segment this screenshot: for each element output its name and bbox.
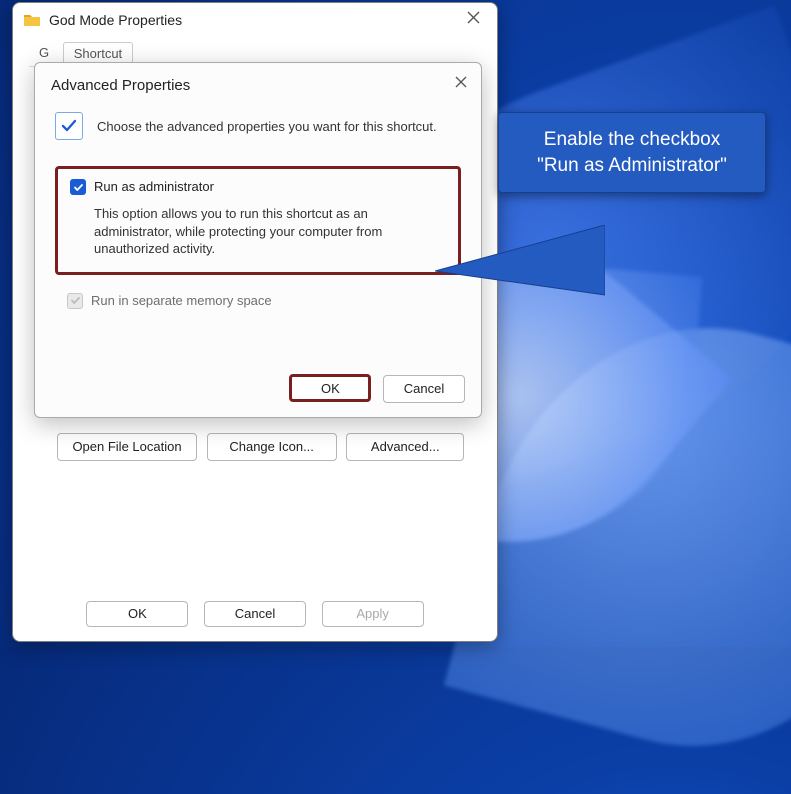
advanced-cancel-button[interactable]: Cancel [383, 375, 465, 403]
run-as-admin-checkbox[interactable] [70, 179, 86, 195]
titlebar[interactable]: God Mode Properties [13, 3, 497, 37]
callout-line1: Enable the checkbox [515, 127, 749, 153]
advanced-header-text: Choose the advanced properties you want … [97, 119, 437, 134]
advanced-button[interactable]: Advanced... [346, 433, 464, 461]
close-icon[interactable] [457, 11, 489, 29]
shortcut-tab-buttons: Open File Location Change Icon... Advanc… [57, 433, 470, 461]
ok-button[interactable]: OK [86, 601, 188, 627]
checkmark-icon [55, 112, 83, 140]
separate-memory-row: Run in separate memory space [67, 293, 461, 309]
tab-general[interactable]: G [29, 42, 59, 63]
properties-dialog-buttons: OK Cancel Apply [13, 601, 497, 627]
advanced-ok-button[interactable]: OK [289, 374, 371, 402]
folder-icon [23, 11, 41, 29]
run-as-admin-label: Run as administrator [94, 179, 214, 194]
change-icon-button[interactable]: Change Icon... [207, 433, 337, 461]
run-as-admin-description: This option allows you to run this short… [94, 205, 446, 258]
separate-memory-label: Run in separate memory space [91, 293, 272, 308]
advanced-title: Advanced Properties [51, 77, 465, 94]
advanced-dialog-buttons: OK Cancel [289, 374, 465, 403]
advanced-header-row: Choose the advanced properties you want … [55, 112, 465, 140]
apply-button: Apply [322, 601, 424, 627]
advanced-properties-dialog: Advanced Properties Choose the advanced … [34, 62, 482, 418]
window-title: God Mode Properties [49, 12, 182, 28]
callout-line2: "Run as Administrator" [515, 153, 749, 179]
run-as-admin-highlight: Run as administrator This option allows … [55, 166, 461, 275]
close-icon[interactable] [455, 75, 467, 92]
separate-memory-checkbox [67, 293, 83, 309]
annotation-callout: Enable the checkbox "Run as Administrato… [498, 112, 766, 193]
open-file-location-button[interactable]: Open File Location [57, 433, 197, 461]
run-as-admin-row[interactable]: Run as administrator [70, 179, 446, 195]
cancel-button[interactable]: Cancel [204, 601, 306, 627]
